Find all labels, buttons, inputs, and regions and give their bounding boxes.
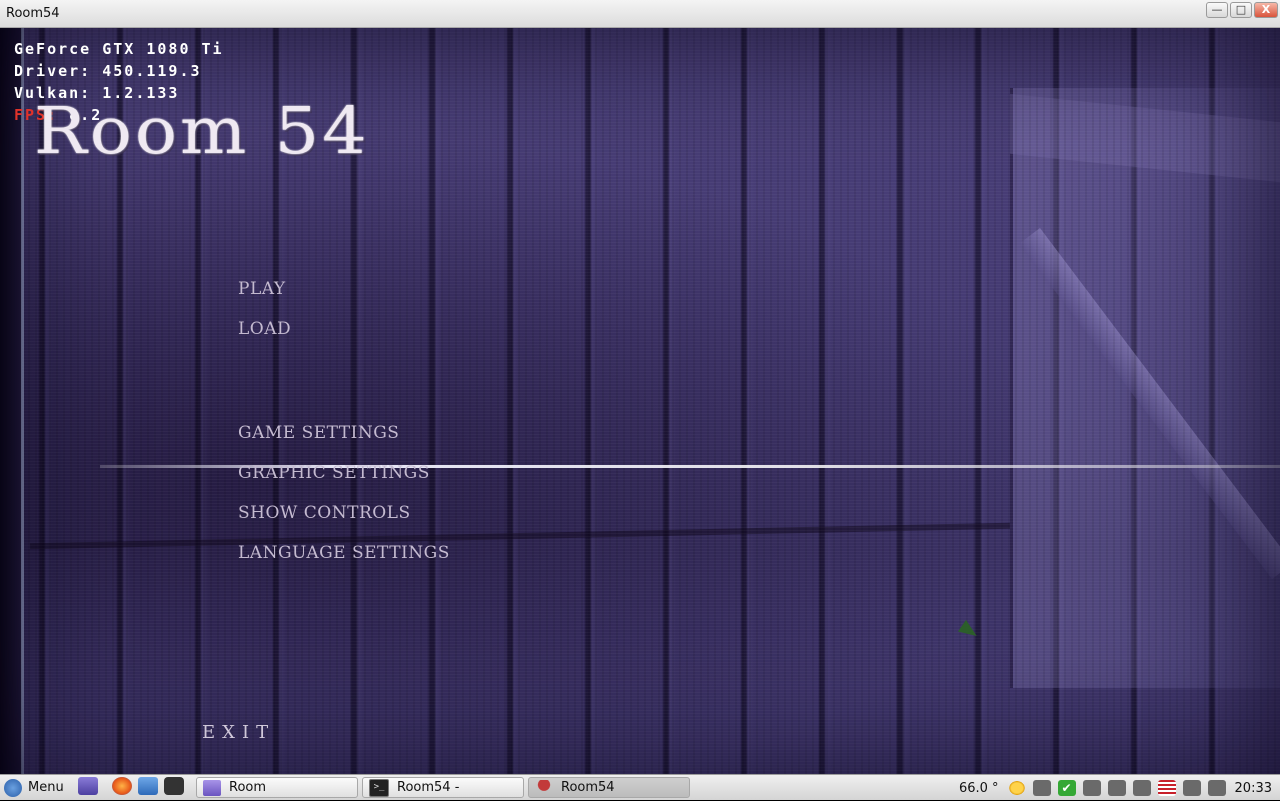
start-menu-button[interactable]: Menu: [4, 777, 64, 798]
volume-icon[interactable]: [1207, 780, 1226, 796]
task-button-room54-terminal[interactable]: >_ Room54 -: [362, 777, 524, 798]
drive-icon[interactable]: [1132, 780, 1151, 796]
task-label: Room54: [561, 780, 615, 795]
task-button-room[interactable]: Room: [196, 777, 358, 798]
menu-language-settings[interactable]: LANGUAGE SETTINGS: [238, 543, 450, 563]
update-check-icon[interactable]: ✔: [1057, 780, 1076, 796]
temperature-readout: 66.0 °: [958, 780, 999, 796]
game-viewport[interactable]: GeForce GTX 1080 Ti Driver: 450.119.3 Vu…: [0, 28, 1280, 774]
folder-icon: [203, 779, 221, 796]
mint-logo-icon: [4, 778, 22, 797]
window-titlebar[interactable]: Room54 — □ X: [0, 0, 1280, 28]
game-logo: Room 54: [34, 93, 370, 169]
wine-icon: [535, 779, 553, 796]
taskbar: Menu Room >_ Room54 - Room54 66.0 ° ✔ 20…: [0, 774, 1280, 800]
network-icon[interactable]: [1182, 780, 1201, 796]
task-button-room54-game[interactable]: Room54: [528, 777, 690, 798]
menu-exit[interactable]: EXIT: [202, 722, 275, 743]
gpu-name: GeForce GTX 1080 Ti: [14, 40, 224, 58]
bluetooth-icon[interactable]: [1082, 780, 1101, 796]
minimize-button[interactable]: —: [1206, 2, 1228, 18]
menu-graphic-settings[interactable]: GRAPHIC SETTINGS: [238, 463, 430, 483]
screenshot-icon[interactable]: [1107, 780, 1126, 796]
start-menu-label: Menu: [28, 780, 64, 795]
terminal-icon: >_: [369, 778, 389, 797]
clipboard-icon[interactable]: [1032, 780, 1051, 796]
media-player-icon[interactable]: [138, 777, 158, 795]
menu-play[interactable]: PLAY: [238, 279, 286, 299]
task-label: Room: [229, 780, 267, 795]
firefox-icon[interactable]: [112, 777, 132, 795]
clock[interactable]: 20:33: [1235, 781, 1272, 796]
task-label: Room54 -: [397, 780, 460, 795]
steam-icon[interactable]: [164, 777, 184, 795]
window-controls: — □ X: [1206, 2, 1278, 18]
maximize-button[interactable]: □: [1230, 2, 1252, 18]
menu-load[interactable]: LOAD: [238, 319, 291, 339]
window-title: Room54: [6, 6, 60, 21]
driver-version: Driver: 450.119.3: [14, 62, 202, 80]
show-desktop-icon[interactable]: [78, 777, 98, 795]
menu-show-controls[interactable]: SHOW CONTROLS: [238, 503, 411, 523]
menu-game-settings[interactable]: GAME SETTINGS: [238, 423, 399, 443]
close-button[interactable]: X: [1254, 2, 1278, 18]
keyboard-layout-flag-icon[interactable]: [1157, 780, 1176, 796]
weather-icon[interactable]: [1007, 780, 1026, 796]
system-tray: 66.0 ° ✔ 20:33: [959, 775, 1280, 801]
